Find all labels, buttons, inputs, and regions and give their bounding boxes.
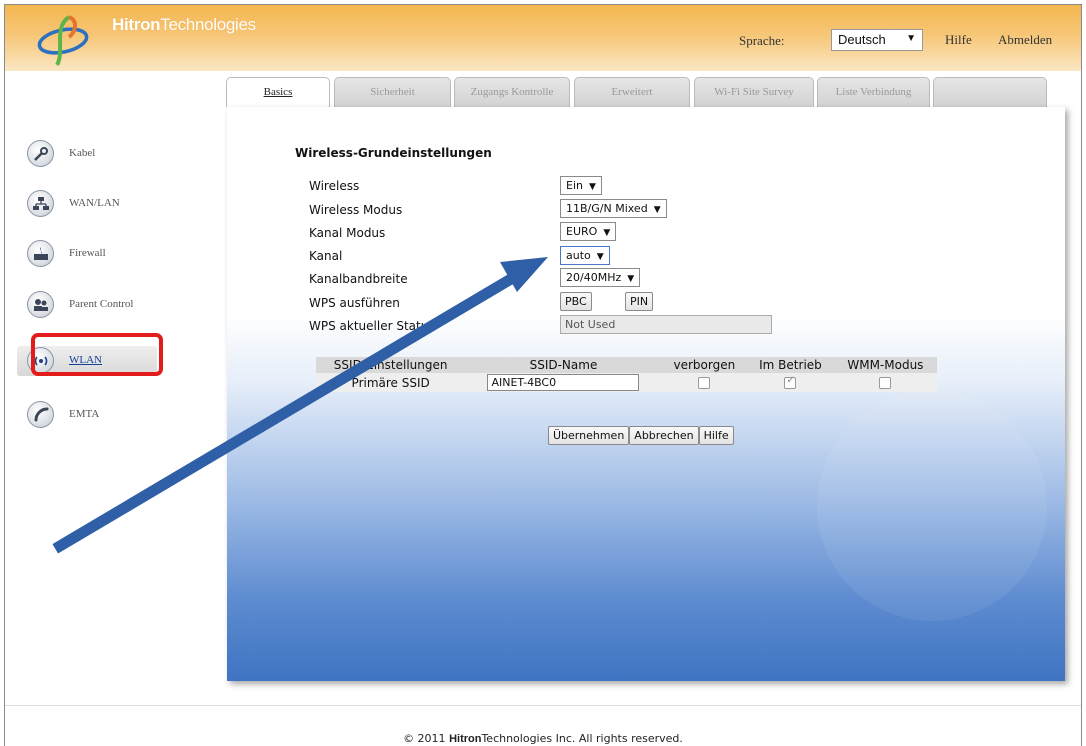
sidebar: Kabel WAN/LAN Firewall Parent Control WL…: [5, 107, 213, 705]
sidebar-item-label: WAN/LAN: [69, 197, 120, 209]
brand-name: HitronTechnologies: [112, 15, 256, 35]
help-link[interactable]: Hilfe: [945, 32, 972, 48]
tab-basics[interactable]: Basics: [226, 77, 330, 107]
watermark-logo: [817, 391, 1047, 621]
wireless-select[interactable]: Ein ▼: [560, 176, 602, 195]
hitron-logo: HitronTechnologies: [35, 11, 275, 67]
active-checkbox[interactable]: [784, 375, 797, 389]
ssid-name-input[interactable]: AINET-4BC0: [487, 374, 640, 391]
apply-button[interactable]: Übernehmen: [548, 426, 630, 445]
hidden-cell: [661, 373, 748, 392]
action-buttons: Übernehmen Abbrechen Hilfe: [548, 426, 734, 445]
chevron-down-icon: ▼: [603, 228, 611, 238]
wps-status-label: WPS aktueller Status: [309, 319, 435, 333]
sidebar-item-label: Firewall: [69, 247, 106, 259]
sidebar-item-parent-control[interactable]: Parent Control: [17, 290, 157, 320]
tab-bar: Basics Sicherheit Zugangs Kontrolle Erwe…: [5, 71, 1081, 107]
chevron-down-icon: ▼: [588, 182, 596, 192]
wireless-value: Ein: [566, 179, 583, 192]
copyright-prefix: © 2011: [403, 732, 446, 745]
wmm-checkbox[interactable]: [879, 377, 892, 389]
tab-wifi-site-survey[interactable]: Wi-Fi Site Survey: [694, 77, 814, 107]
column-header: verborgen: [661, 357, 748, 373]
router-admin-page: HitronTechnologies Sprache: Deutsch ▼ Hi…: [4, 4, 1082, 746]
tab-security[interactable]: Sicherheit: [334, 77, 451, 107]
wireless-mode-select[interactable]: 11B/G/N Mixed ▼: [560, 199, 667, 218]
wps-status-field: Not Used: [560, 315, 772, 334]
tab-access-control[interactable]: Zugangs Kontrolle: [454, 77, 570, 107]
sidebar-item-label: Parent Control: [69, 298, 134, 310]
main-panel: Wireless-Grundeinstellungen Wireless Ein…: [227, 107, 1065, 681]
firewall-icon: [27, 240, 54, 267]
wmm-cell: [833, 373, 937, 392]
active-cell: [747, 373, 834, 392]
wireless-mode-label: Wireless Modus: [309, 203, 403, 217]
table-row: Primäre SSID AINET-4BC0: [316, 373, 937, 392]
bandwidth-select[interactable]: 20/40MHz ▼: [560, 268, 641, 287]
copyright-suffix: Inc. All rights reserved.: [555, 732, 683, 745]
network-icon: [27, 190, 54, 217]
sidebar-item-kabel[interactable]: Kabel: [17, 139, 157, 169]
wps-pbc-button[interactable]: PBC: [560, 292, 592, 311]
ssid-name-cell: AINET-4BC0: [465, 373, 662, 392]
page-title: Wireless-Grundeinstellungen: [295, 146, 492, 160]
tab-connection-list[interactable]: Liste Verbindung: [817, 77, 930, 107]
channel-value: auto: [566, 249, 591, 262]
sidebar-item-wan-lan[interactable]: WAN/LAN: [17, 189, 157, 219]
header-bar: HitronTechnologies Sprache: Deutsch ▼ Hi…: [5, 5, 1081, 71]
brand-bold: Hitron: [112, 15, 161, 34]
footer-brand-bold: Hitron: [449, 733, 482, 745]
chevron-down-icon: ▼: [906, 33, 916, 44]
sidebar-item-label: EMTA: [69, 408, 100, 420]
help-button[interactable]: Hilfe: [698, 426, 734, 445]
sidebar-item-label: Kabel: [69, 147, 96, 159]
hitron-logo-icon: [37, 15, 89, 66]
bandwidth-value: 20/40MHz: [566, 271, 622, 284]
sidebar-item-emta[interactable]: EMTA: [17, 400, 157, 430]
hidden-checkbox[interactable]: [698, 377, 711, 389]
ssid-setting-cell: Primäre SSID: [316, 373, 466, 392]
wps-pin-button[interactable]: PIN: [625, 292, 654, 311]
chevron-down-icon: ▼: [653, 205, 661, 215]
wps-run-label: WPS ausführen: [309, 296, 400, 310]
table-header-row: SSID-Einstellungen SSID-Name verborgen I…: [316, 357, 937, 373]
footer-brand-thin: Technologies: [481, 732, 553, 745]
users-icon: [27, 291, 54, 318]
wlan-highlight-box: [31, 333, 163, 376]
footer: © 2011 HitronTechnologies Inc. All right…: [5, 705, 1081, 746]
wrench-icon: [27, 140, 54, 167]
channel-label: Kanal: [309, 249, 343, 263]
tab-advanced[interactable]: Erweitert: [574, 77, 690, 107]
column-header: Im Betrieb: [747, 357, 834, 373]
language-select[interactable]: Deutsch ▼: [831, 29, 923, 51]
copyright-text: © 2011 HitronTechnologies Inc. All right…: [5, 732, 1081, 745]
channel-select[interactable]: auto ▼: [560, 246, 610, 265]
channel-mode-select[interactable]: EURO ▼: [560, 222, 617, 241]
language-label: Sprache:: [739, 33, 785, 48]
bandwidth-label: Kanalbandbreite: [309, 272, 408, 286]
chevron-down-icon: ▼: [627, 274, 635, 284]
cancel-button[interactable]: Abbrechen: [629, 426, 699, 445]
column-header: SSID-Name: [465, 357, 662, 373]
brand-thin: Technologies: [160, 15, 256, 34]
chevron-down-icon: ▼: [596, 252, 604, 262]
tab-empty: [933, 77, 1047, 107]
wireless-mode-value: 11B/G/N Mixed: [566, 202, 648, 215]
phone-icon: [27, 401, 54, 428]
sidebar-item-firewall[interactable]: Firewall: [17, 239, 157, 269]
ssid-table: SSID-Einstellungen SSID-Name verborgen I…: [316, 357, 937, 392]
channel-mode-label: Kanal Modus: [309, 226, 386, 240]
language-value: Deutsch: [838, 32, 886, 47]
wireless-label: Wireless: [309, 179, 360, 193]
column-header: WMM-Modus: [833, 357, 937, 373]
logout-link[interactable]: Abmelden: [998, 32, 1052, 48]
column-header: SSID-Einstellungen: [316, 357, 466, 373]
channel-mode-value: EURO: [566, 225, 598, 238]
